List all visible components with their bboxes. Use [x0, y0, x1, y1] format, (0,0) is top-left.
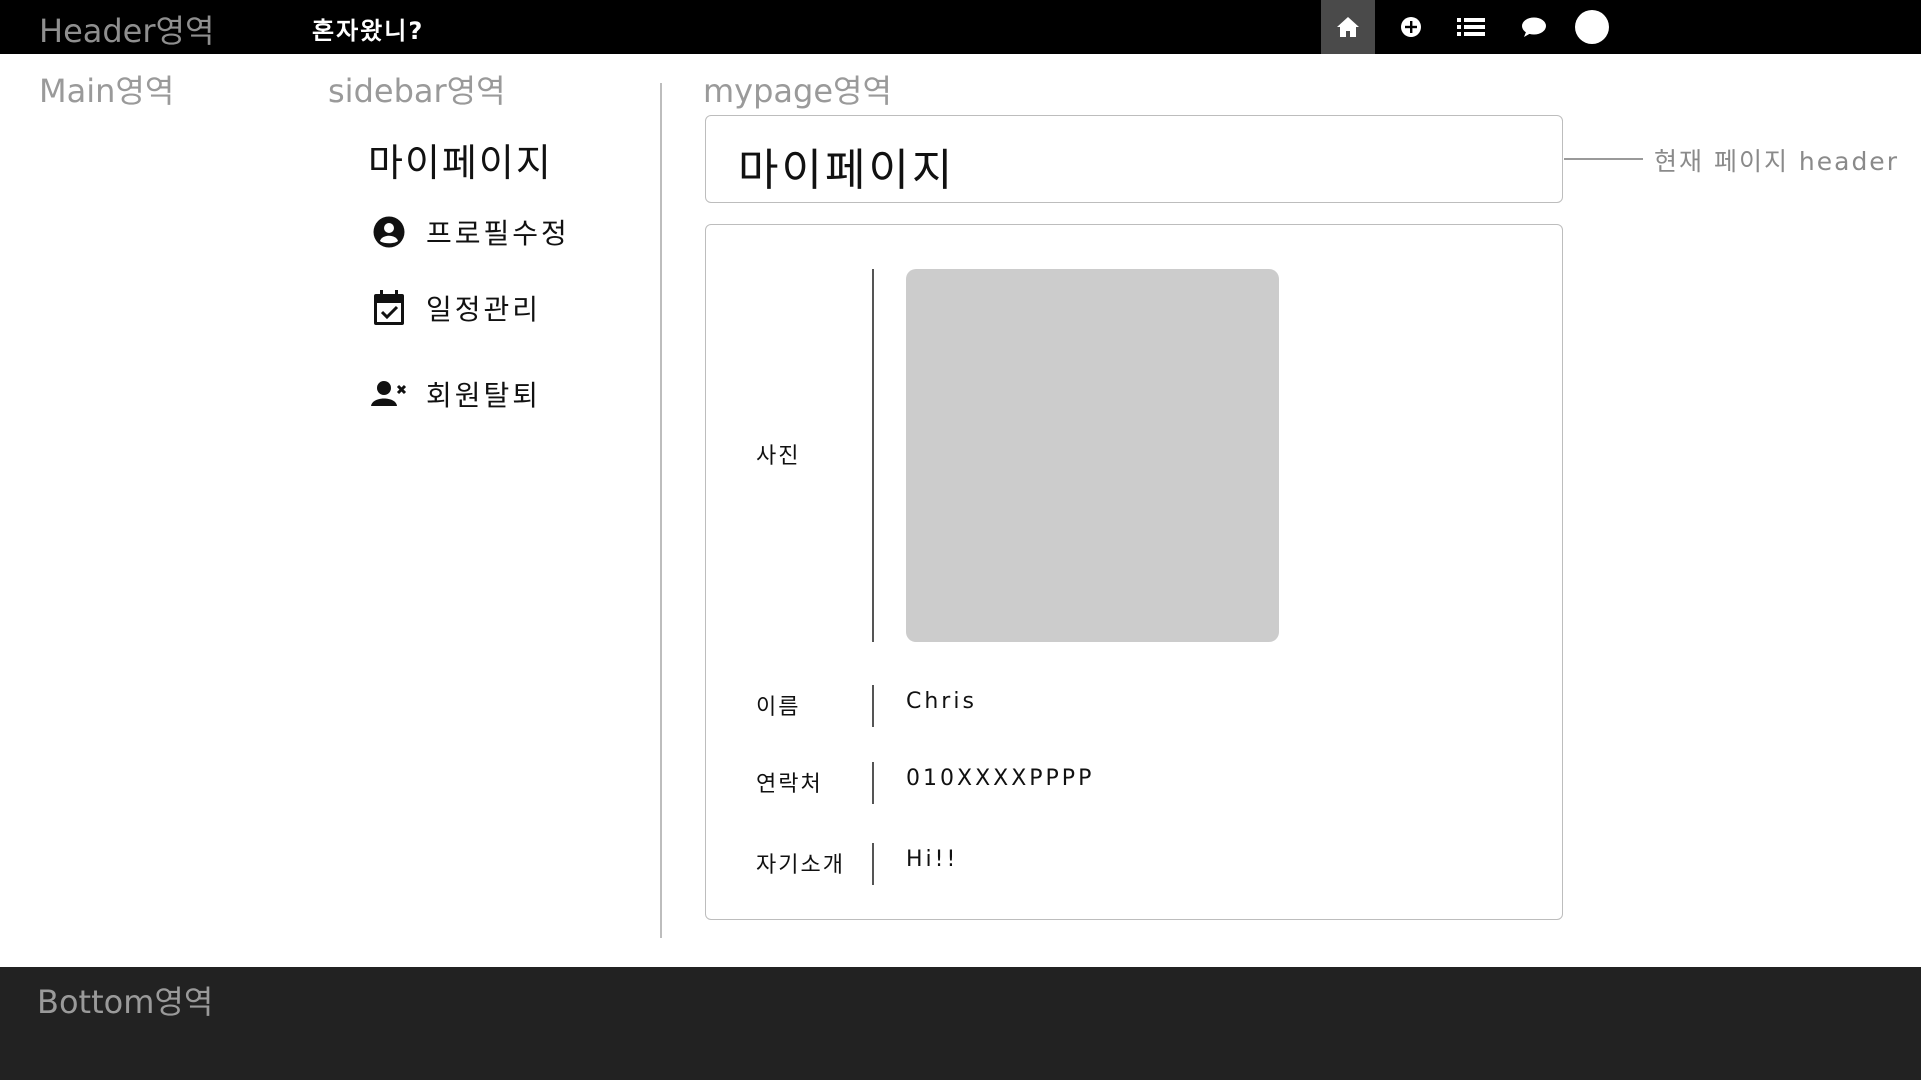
intro-label: 자기소개: [756, 853, 845, 878]
home-icon: [1337, 17, 1359, 37]
user-remove-icon: [370, 375, 408, 413]
photo-label: 사진: [756, 444, 801, 469]
list-icon: [1457, 18, 1485, 36]
profile-card: 사진 이름 Chris 연락처 010XXXXPPPP 자기소개 Hi!!: [705, 224, 1563, 920]
sidebar-item-label: 회원탈퇴: [426, 379, 542, 412]
name-value: Chris: [906, 689, 977, 714]
sidebar-divider: [660, 83, 662, 938]
header-area-label: Header영역: [39, 12, 215, 50]
page-header: 마이페이지: [705, 115, 1563, 203]
sidebar-area-label: sidebar영역: [328, 72, 506, 110]
user-circle-icon: [370, 213, 408, 251]
top-header-bar: Header영역 혼자왔니?: [0, 0, 1921, 54]
brand-logo-text[interactable]: 혼자왔니?: [312, 11, 424, 46]
sidebar-item-label: 프로필수정: [426, 217, 570, 250]
sidebar-item-edit-profile[interactable]: 프로필수정: [370, 210, 570, 254]
profile-avatar-button[interactable]: [1565, 0, 1619, 54]
add-button[interactable]: [1384, 0, 1438, 54]
row-separator: [872, 843, 874, 885]
bottom-area-label: Bottom영역: [37, 983, 214, 1021]
chat-button[interactable]: [1507, 0, 1561, 54]
chat-bubble-icon: [1522, 17, 1546, 37]
plus-circle-icon: [1401, 17, 1421, 37]
home-button[interactable]: [1321, 0, 1375, 54]
profile-photo-placeholder[interactable]: [906, 269, 1279, 642]
sidebar-item-label: 일정관리: [426, 293, 542, 326]
row-separator: [872, 685, 874, 727]
contact-label: 연락처: [756, 772, 823, 797]
page-title: 마이페이지: [738, 145, 956, 196]
row-separator: [872, 762, 874, 804]
name-label: 이름: [756, 695, 801, 720]
row-separator: [872, 269, 874, 642]
sidebar-item-schedule[interactable]: 일정관리: [370, 286, 541, 330]
contact-value: 010XXXXPPPP: [906, 766, 1095, 791]
bottom-footer: Bottom영역: [0, 967, 1921, 1080]
mypage-area-label: mypage영역: [703, 72, 892, 110]
calendar-check-icon: [370, 289, 408, 327]
annotation-line: [1564, 158, 1643, 160]
sidebar-title: 마이페이지: [368, 141, 553, 185]
intro-value: Hi!!: [906, 847, 959, 872]
sidebar-item-withdraw[interactable]: 회원탈퇴: [370, 372, 541, 416]
main-area-label: Main영역: [39, 72, 175, 110]
list-button[interactable]: [1444, 0, 1498, 54]
avatar-circle-icon: [1575, 10, 1609, 44]
annotation-text: 현재 페이지 header: [1654, 147, 1899, 176]
